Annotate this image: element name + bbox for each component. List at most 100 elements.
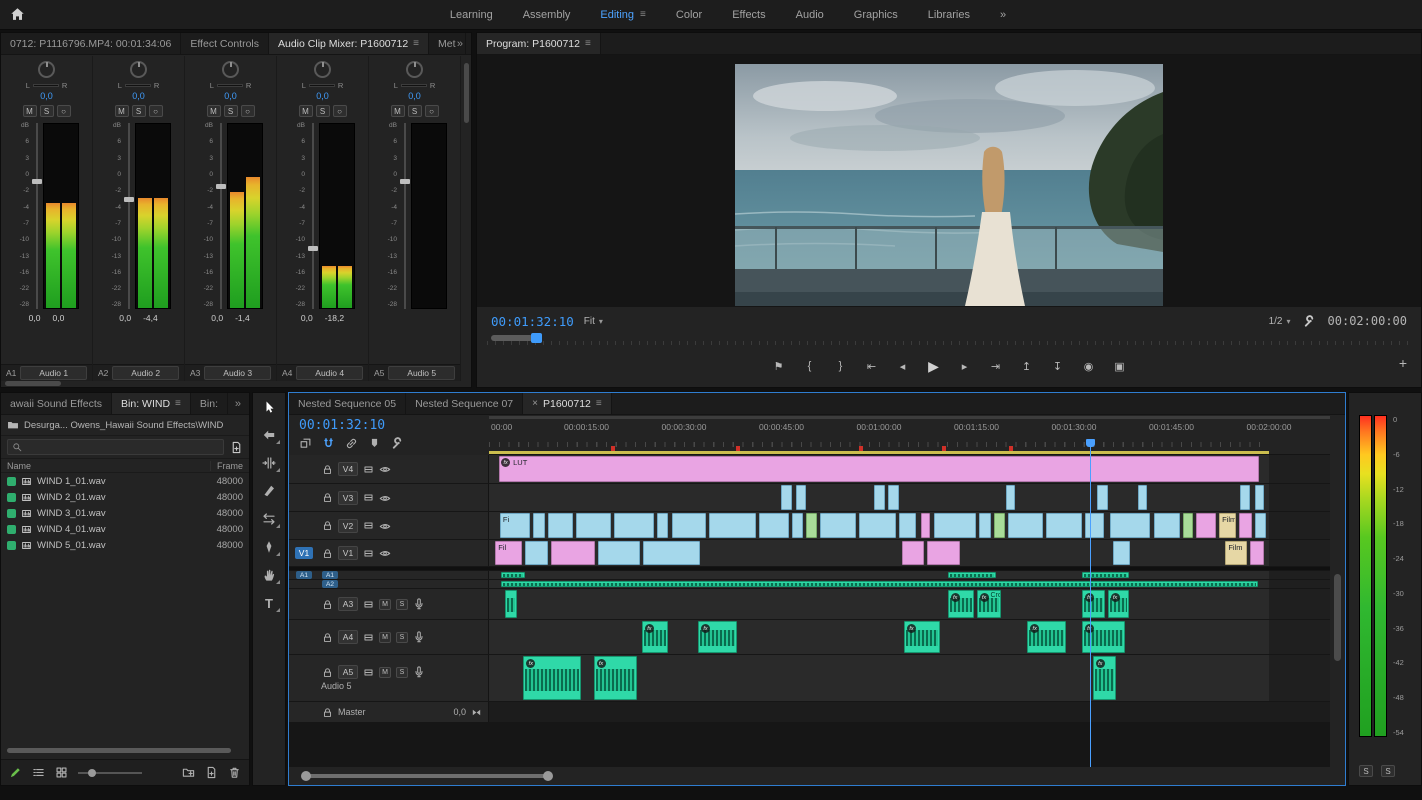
list-item[interactable]: WIND 1_01.wav 48000 <box>1 473 249 489</box>
tab-nested-sequence-05[interactable]: Nested Sequence 05 <box>289 393 407 414</box>
track-output-icon[interactable] <box>379 463 391 475</box>
add-marker-button[interactable]: ⚑ <box>768 356 790 376</box>
panel-menu-icon[interactable]: ≡ <box>596 398 602 409</box>
razor-tool[interactable] <box>253 477 285 505</box>
pan-knob[interactable] <box>314 61 331 78</box>
pan-slider[interactable] <box>32 84 59 87</box>
volume-fader[interactable] <box>124 123 135 309</box>
write-keyframes-button[interactable]: ○ <box>332 105 347 117</box>
video-clip[interactable] <box>921 513 931 538</box>
audio-clip[interactable]: fx Cro <box>976 590 1002 618</box>
track-name[interactable]: Audio 1 <box>20 366 87 380</box>
tab-awaii-sound-effects[interactable]: awaii Sound Effects <box>1 393 113 414</box>
ripple-edit-tool[interactable] <box>253 449 285 477</box>
solo-button-left[interactable]: S <box>1359 765 1373 777</box>
audio-clip[interactable]: fx <box>1081 590 1106 618</box>
pan-knob[interactable] <box>222 61 239 78</box>
video-clip[interactable] <box>819 513 856 538</box>
hand-tool[interactable] <box>253 561 285 589</box>
program-settings-button[interactable] <box>1303 314 1316 328</box>
track-select-forward-tool[interactable] <box>253 421 285 449</box>
video-clip[interactable] <box>1183 513 1193 538</box>
linked-selection-icon[interactable] <box>345 437 358 450</box>
workspace-menu-icon[interactable]: ≡ <box>640 9 646 20</box>
tab-program[interactable]: Program: P1600712 ≡ <box>477 33 601 54</box>
nest-button[interactable] <box>299 437 312 450</box>
add-marker-button[interactable] <box>368 437 381 450</box>
track-name[interactable]: Audio 3 <box>204 366 271 380</box>
video-clip[interactable] <box>671 513 706 538</box>
go-to-out-button[interactable]: ⇥ <box>985 356 1007 376</box>
workspace-tab-graphics[interactable]: Graphics <box>854 9 898 21</box>
linked-selection-button[interactable] <box>345 437 358 450</box>
video-clip[interactable] <box>532 513 546 538</box>
volume-fader[interactable] <box>32 123 43 309</box>
program-zoom-bar[interactable] <box>490 335 534 341</box>
track-output-icon[interactable] <box>379 492 391 504</box>
track-target-v2[interactable]: V2 <box>338 518 358 533</box>
tab-bin-wind[interactable]: Bin: WIND ≡ <box>112 393 191 414</box>
slip-tool[interactable] <box>253 505 285 533</box>
video-clip[interactable] <box>524 541 549 565</box>
sequence-marker[interactable] <box>610 446 615 451</box>
mute-button[interactable]: M <box>114 105 129 117</box>
track-target-a1[interactable]: A1 <box>322 571 338 579</box>
voiceover-record-icon[interactable] <box>413 631 425 643</box>
playhead-handle[interactable] <box>1085 439 1095 447</box>
video-clip[interactable] <box>643 541 700 565</box>
zoom-handle-left[interactable] <box>301 771 311 781</box>
mute-button[interactable]: M <box>390 105 405 117</box>
video-clip[interactable] <box>1084 513 1104 538</box>
tab-p1600712[interactable]: × P1600712 ≡ <box>523 393 612 414</box>
video-clip[interactable] <box>796 485 807 510</box>
extract-button[interactable]: ↧ <box>1047 356 1069 376</box>
panel-overflow-icon[interactable]: » <box>231 393 245 414</box>
panel-menu-icon[interactable]: ≡ <box>175 398 181 409</box>
audio-clip[interactable] <box>501 572 525 578</box>
voiceover-record-icon[interactable] <box>413 666 425 678</box>
new-bin-icon[interactable] <box>182 766 195 779</box>
video-clip[interactable] <box>933 513 976 538</box>
video-clip[interactable]: Film <box>1225 541 1248 565</box>
track-target-v1[interactable]: V1 <box>338 546 358 560</box>
video-clip[interactable] <box>1113 541 1131 565</box>
track-lock-icon[interactable] <box>322 548 333 559</box>
timeline-settings-icon[interactable] <box>391 437 404 450</box>
pan-knob[interactable] <box>130 61 147 78</box>
step-forward-button[interactable]: ▸ <box>954 356 976 376</box>
video-clip[interactable] <box>978 513 992 538</box>
workspace-tab-audio[interactable]: Audio <box>796 9 824 21</box>
track-name[interactable]: Audio 2 <box>112 366 179 380</box>
audio-clip[interactable]: fx <box>1107 590 1130 618</box>
pan-slider[interactable] <box>308 84 335 87</box>
video-clip[interactable]: Fil <box>495 541 522 565</box>
volume-fader[interactable] <box>400 123 411 309</box>
panel-overflow-icon[interactable]: » <box>453 33 467 54</box>
solo-button[interactable]: S <box>223 105 238 117</box>
track-output-icon[interactable] <box>379 547 391 559</box>
mixer-vertical-scrollbar[interactable] <box>464 63 469 123</box>
pan-knob[interactable] <box>38 61 55 78</box>
audio-clip[interactable] <box>947 572 996 578</box>
timeline-horizontal-scrollbar[interactable] <box>301 770 553 782</box>
video-clip[interactable] <box>1109 513 1151 538</box>
pan-slider[interactable] <box>216 84 243 87</box>
video-clip[interactable] <box>551 541 596 565</box>
solo-button[interactable]: S <box>396 631 408 643</box>
workspace-tab-assembly[interactable]: Assembly <box>523 9 571 21</box>
sequence-marker[interactable] <box>942 446 947 451</box>
icon-view-icon[interactable] <box>55 766 68 779</box>
track-name[interactable]: Audio 5 <box>388 366 455 380</box>
video-clip[interactable]: fx LUT <box>499 456 1259 482</box>
video-clip[interactable] <box>1097 485 1108 510</box>
track-target-a5[interactable]: A5 <box>338 665 358 679</box>
audio-clip[interactable]: fx <box>641 621 669 653</box>
audio-clip[interactable]: fx <box>523 656 582 700</box>
new-item-icon[interactable] <box>205 766 218 779</box>
video-clip[interactable] <box>576 513 611 538</box>
video-clip[interactable] <box>805 513 817 538</box>
step-back-button[interactable]: ◂ <box>892 356 914 376</box>
video-clip[interactable] <box>548 513 574 538</box>
button-editor-button[interactable]: + <box>1399 355 1407 371</box>
tab-effect-controls[interactable]: Effect Controls <box>181 33 269 54</box>
